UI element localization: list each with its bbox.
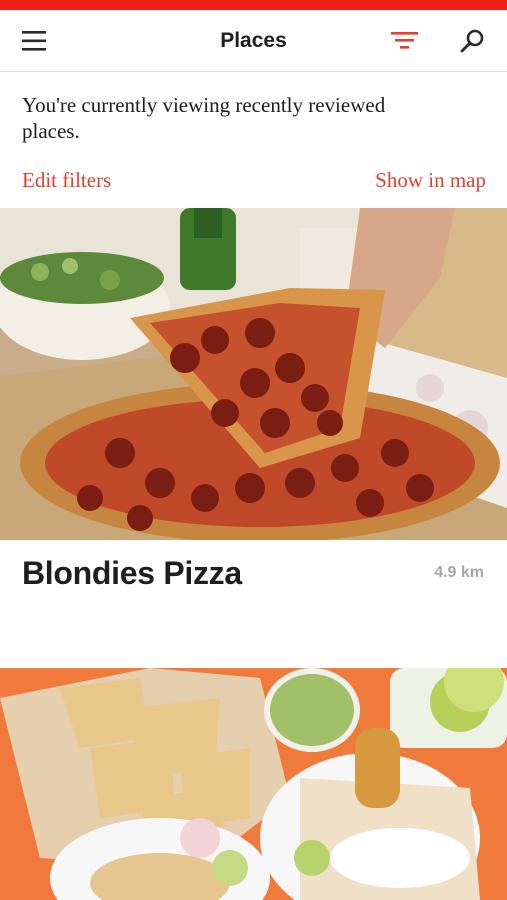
- place-name: Blondies Pizza: [22, 555, 242, 591]
- search-button[interactable]: [457, 26, 489, 58]
- nav-bar: Places: [0, 10, 507, 72]
- filter-info-text: You're currently viewing recently review…: [22, 93, 386, 143]
- edit-filters-link[interactable]: Edit filters: [22, 168, 111, 193]
- place-card[interactable]: [0, 668, 507, 900]
- filter-icon: [391, 32, 418, 49]
- filter-button[interactable]: [389, 26, 421, 58]
- place-card[interactable]: Blondies Pizza 4.9 km: [0, 208, 507, 668]
- place-distance: 4.9 km: [434, 564, 484, 581]
- search-icon: [460, 29, 484, 53]
- tacos-and-chips-photo[interactable]: [0, 668, 507, 900]
- show-in-map-link[interactable]: Show in map: [375, 168, 486, 193]
- top-accent-bar: [0, 0, 507, 10]
- page-title: Places: [220, 29, 287, 52]
- pepperoni-pizza-photo[interactable]: [0, 208, 507, 540]
